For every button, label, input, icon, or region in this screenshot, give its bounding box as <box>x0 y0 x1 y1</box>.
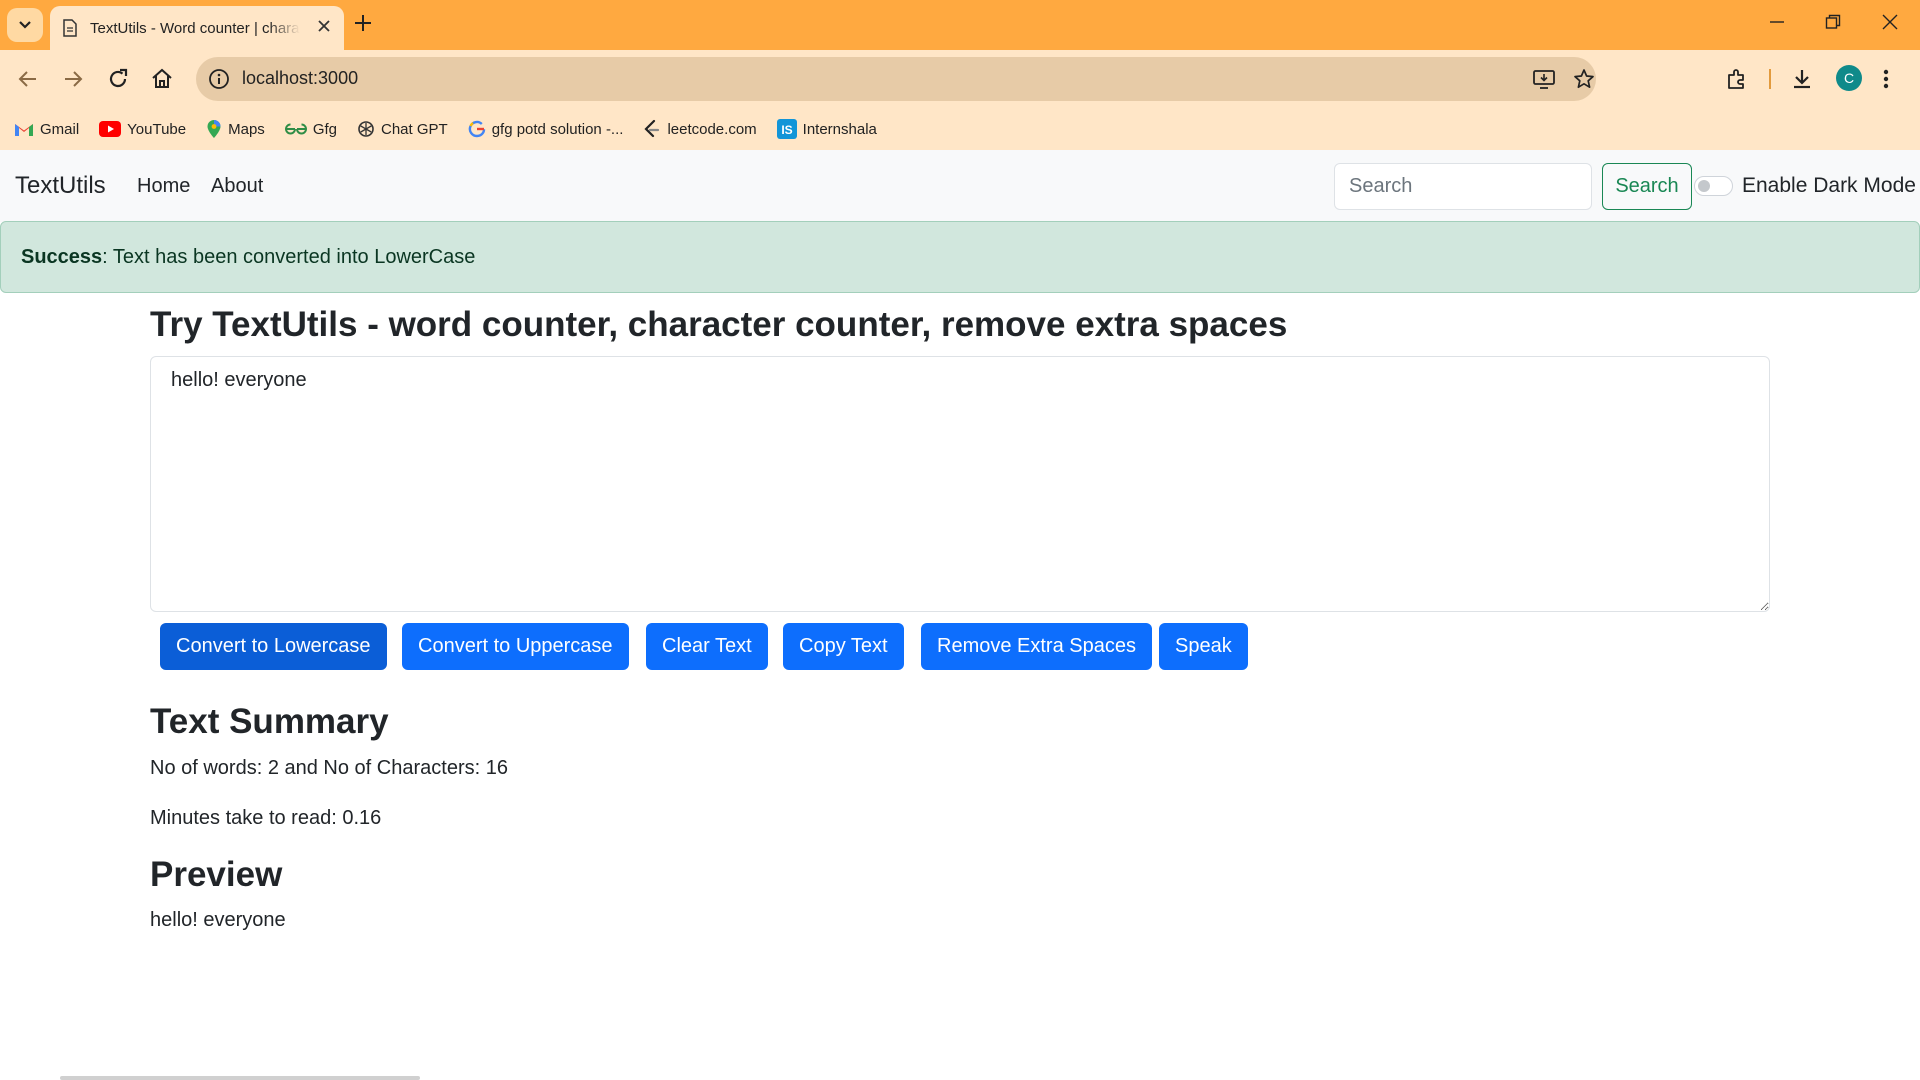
close-icon[interactable] <box>316 18 332 34</box>
bookmark-chatgpt[interactable]: Chat GPT <box>357 120 448 138</box>
chevron-down-icon <box>19 21 31 29</box>
convert-lowercase-button[interactable]: Convert to Lowercase <box>160 623 387 670</box>
gfg-icon <box>284 123 307 135</box>
bookmarks-bar: Gmail YouTube Maps Gfg Chat GPT gfg potd… <box>0 108 1920 150</box>
nav-link-about[interactable]: About <box>211 175 263 198</box>
home-icon[interactable] <box>150 67 174 91</box>
toolbar-separator <box>1769 69 1771 89</box>
preview-heading: Preview <box>150 855 283 894</box>
bookmark-label: Internshala <box>802 120 877 138</box>
gmail-icon <box>15 123 33 136</box>
text-summary-heading: Text Summary <box>150 702 389 741</box>
dark-mode-label: Enable Dark Mode <box>1742 174 1916 197</box>
browser-tab-bar: TextUtils - Word counter | character cou… <box>0 0 1920 50</box>
reload-icon[interactable] <box>106 67 130 91</box>
site-info-icon[interactable] <box>208 68 230 90</box>
bookmark-internshala[interactable]: IS Internshala <box>776 119 877 139</box>
speak-button[interactable]: Speak <box>1159 623 1248 670</box>
nav-link-home[interactable]: Home <box>137 175 190 198</box>
bookmark-label: leetcode.com <box>667 120 757 138</box>
address-bar[interactable]: localhost:3000 <box>196 57 1596 101</box>
page-title: Try TextUtils - word counter, character … <box>150 305 1288 344</box>
download-icon[interactable] <box>1790 67 1814 91</box>
horizontal-scrollbar[interactable] <box>60 1076 420 1080</box>
minimize-icon[interactable] <box>1769 14 1785 30</box>
bookmark-gmail[interactable]: Gmail <box>14 121 79 138</box>
preview-text: hello! everyone <box>150 909 286 931</box>
new-tab-icon[interactable] <box>352 12 374 34</box>
extensions-icon[interactable] <box>1725 67 1749 91</box>
svg-text:IS: IS <box>781 123 792 137</box>
toggle-knob <box>1698 180 1710 192</box>
chatgpt-icon <box>358 121 374 137</box>
google-icon <box>468 120 485 138</box>
bookmark-label: gfg potd solution -... <box>491 120 624 138</box>
close-window-icon[interactable] <box>1882 14 1898 30</box>
search-button[interactable]: Search <box>1602 163 1692 210</box>
bookmark-youtube[interactable]: YouTube <box>99 121 186 138</box>
page-icon <box>63 19 77 37</box>
bookmark-gfg-potd[interactable]: gfg potd solution -... <box>468 120 624 138</box>
tab-search-button[interactable] <box>7 8 43 42</box>
bookmark-star-icon[interactable] <box>1573 68 1595 90</box>
bookmark-gfg[interactable]: Gfg <box>284 120 337 138</box>
menu-kebab-icon[interactable] <box>1882 67 1890 91</box>
maps-icon <box>207 120 221 138</box>
success-alert: Success: Text has been converted into Lo… <box>0 221 1920 293</box>
alert-message: : Text has been converted into LowerCase <box>102 246 476 268</box>
leetcode-icon <box>644 119 660 138</box>
bookmark-maps[interactable]: Maps <box>206 119 265 139</box>
text-input-area[interactable]: hello! everyone <box>150 356 1770 612</box>
browser-toolbar: localhost:3000 C <box>0 50 1920 108</box>
app-navbar: TextUtils Home About Search Enable Dark … <box>0 150 1920 222</box>
install-app-icon[interactable] <box>1532 68 1556 90</box>
forward-arrow-icon[interactable] <box>61 67 85 91</box>
copy-text-button[interactable]: Copy Text <box>783 623 904 670</box>
navbar-brand[interactable]: TextUtils <box>15 172 106 200</box>
youtube-icon <box>99 121 122 137</box>
alert-type: Success <box>21 246 103 268</box>
bookmark-label: YouTube <box>127 120 187 138</box>
profile-avatar[interactable]: C <box>1836 65 1862 91</box>
back-arrow-icon[interactable] <box>16 67 40 91</box>
bookmark-leetcode[interactable]: leetcode.com <box>643 119 757 139</box>
search-input[interactable] <box>1334 163 1592 210</box>
restore-icon[interactable] <box>1825 14 1841 30</box>
bookmark-label: Chat GPT <box>381 120 448 138</box>
remove-extra-spaces-button[interactable]: Remove Extra Spaces <box>921 623 1152 670</box>
word-char-count: No of words: 2 and No of Characters: 16 <box>150 757 508 779</box>
bookmark-label: Gmail <box>40 120 80 138</box>
bookmark-label: Gfg <box>312 120 337 138</box>
bookmark-label: Maps <box>228 120 265 138</box>
tab-title: TextUtils - Word counter | character cou… <box>90 19 300 37</box>
read-time: Minutes take to read: 0.16 <box>150 807 382 829</box>
clear-text-button[interactable]: Clear Text <box>646 623 768 670</box>
convert-uppercase-button[interactable]: Convert to Uppercase <box>402 623 629 670</box>
url-text: localhost:3000 <box>242 68 359 88</box>
browser-tab[interactable]: TextUtils - Word counter | character cou… <box>50 6 344 50</box>
dark-mode-toggle[interactable] <box>1694 176 1733 196</box>
internshala-icon: IS <box>776 119 797 139</box>
